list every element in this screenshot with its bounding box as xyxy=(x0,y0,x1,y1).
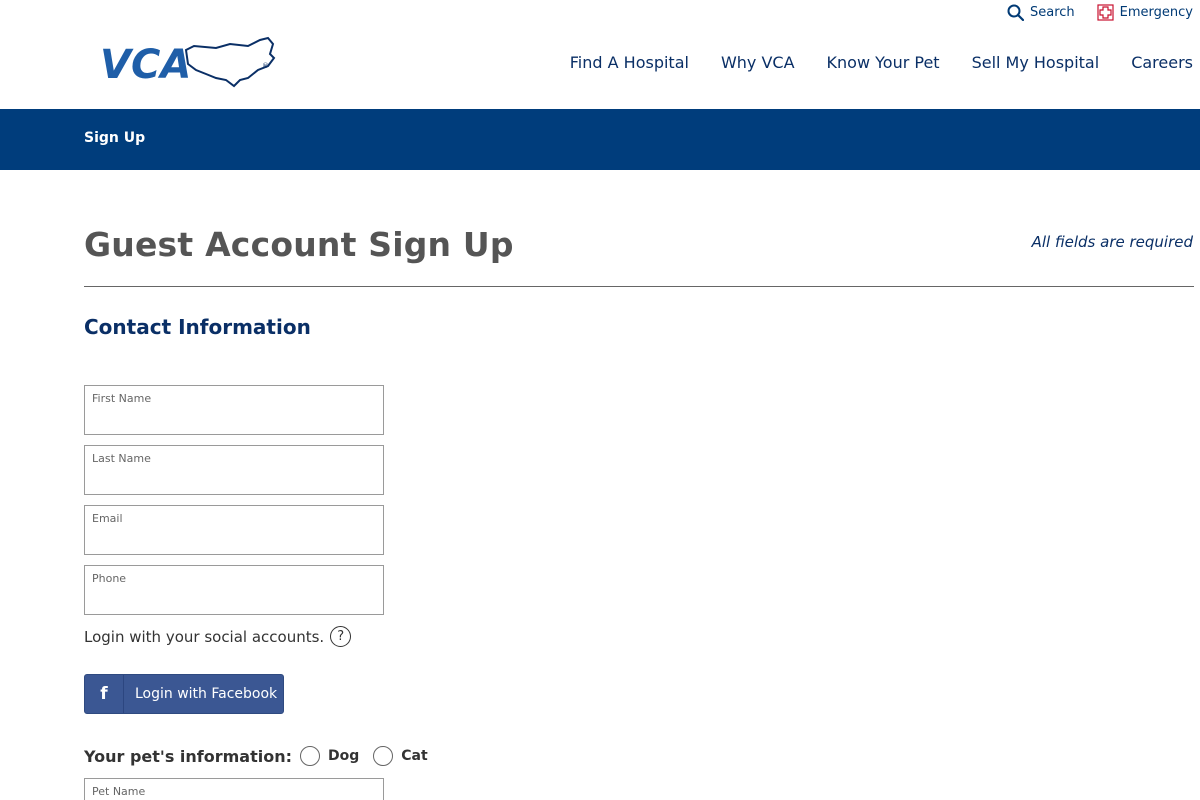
phone-field[interactable]: Phone xyxy=(84,565,384,615)
facebook-icon: f xyxy=(85,675,124,713)
page-title: Guest Account Sign Up xyxy=(84,225,514,264)
first-name-input[interactable] xyxy=(92,410,376,430)
vca-logo[interactable]: VCA ® xyxy=(98,36,278,90)
search-link[interactable]: Search xyxy=(1007,4,1075,21)
cat-radio-label[interactable]: Cat xyxy=(401,748,427,764)
contact-section-title: Contact Information xyxy=(84,315,311,339)
email-input[interactable] xyxy=(92,530,376,550)
phone-input[interactable] xyxy=(92,590,376,610)
pet-name-field[interactable]: Pet Name xyxy=(84,778,384,800)
social-login-text: Login with your social accounts. xyxy=(84,627,325,646)
facebook-button-label: Login with Facebook xyxy=(135,686,278,702)
pet-name-label: Pet Name xyxy=(92,785,146,798)
phone-label: Phone xyxy=(92,572,127,585)
title-divider xyxy=(84,286,1194,287)
search-icon xyxy=(1007,4,1024,21)
emergency-cross-icon xyxy=(1097,4,1114,21)
help-icon[interactable]: ? xyxy=(330,626,352,647)
breadcrumb-bar: Sign Up xyxy=(0,109,1200,170)
nav-sell-my-hospital[interactable]: Sell My Hospital xyxy=(972,53,1100,72)
last-name-label: Last Name xyxy=(92,452,151,465)
last-name-field[interactable]: Last Name xyxy=(84,445,384,495)
pet-info-label: Your pet's information: xyxy=(84,746,293,766)
emergency-link[interactable]: Emergency xyxy=(1097,4,1193,21)
cat-radio[interactable] xyxy=(373,746,394,766)
first-name-field[interactable]: First Name xyxy=(84,385,384,435)
breadcrumb-sign-up: Sign Up xyxy=(84,130,146,146)
email-label: Email xyxy=(92,512,123,525)
last-name-input[interactable] xyxy=(92,470,376,490)
emergency-label: Emergency xyxy=(1119,5,1193,20)
required-fields-note: All fields are required xyxy=(1031,233,1193,251)
dog-radio-label[interactable]: Dog xyxy=(328,748,359,764)
nav-careers[interactable]: Careers xyxy=(1131,53,1193,72)
dog-radio[interactable] xyxy=(300,746,321,766)
nav-find-a-hospital[interactable]: Find A Hospital xyxy=(570,53,689,72)
utility-links: Search Emergency xyxy=(1007,4,1193,21)
svg-text:VCA: VCA xyxy=(100,42,191,88)
main-nav: Find A Hospital Why VCA Know Your Pet Se… xyxy=(570,53,1193,72)
search-label: Search xyxy=(1030,5,1075,20)
nav-why-vca[interactable]: Why VCA xyxy=(721,53,795,72)
usa-map-icon: VCA ® xyxy=(100,36,276,88)
login-with-facebook-button[interactable]: f Login with Facebook xyxy=(84,674,284,714)
nav-know-your-pet[interactable]: Know Your Pet xyxy=(827,53,940,72)
social-login-prompt: Login with your social accounts. ? xyxy=(84,626,352,647)
svg-text:®: ® xyxy=(262,62,269,70)
email-field[interactable]: Email xyxy=(84,505,384,555)
pet-info-row: Your pet's information: Dog Cat xyxy=(84,746,442,766)
site-header: VCA ® Search Emergency Find A Hospital W… xyxy=(0,0,1200,109)
first-name-label: First Name xyxy=(92,392,152,405)
